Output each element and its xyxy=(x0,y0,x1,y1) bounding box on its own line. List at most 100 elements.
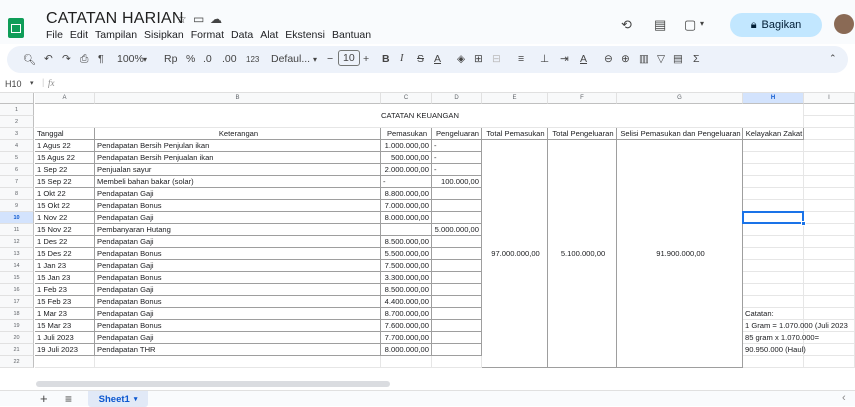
document-title[interactable]: CATATAN HARIAN xyxy=(46,10,184,28)
grid-cell[interactable] xyxy=(743,236,804,248)
menu-item-bantuan[interactable]: Bantuan xyxy=(332,29,371,41)
header-cell[interactable]: Total Pemasukan xyxy=(482,128,548,140)
sheet-tab-dropdown-icon[interactable]: ▾ xyxy=(134,395,138,403)
expense-cell[interactable] xyxy=(432,320,482,332)
grid-cell[interactable] xyxy=(804,248,855,260)
insert-link-icon[interactable]: ⊖ xyxy=(604,53,613,65)
row-header[interactable]: 15 xyxy=(0,272,34,284)
row-header[interactable]: 8 xyxy=(0,188,34,200)
selected-cell[interactable] xyxy=(742,211,804,224)
grid-cell[interactable] xyxy=(804,164,855,176)
avatar[interactable] xyxy=(834,14,854,34)
date-cell[interactable]: 1 Jan 23 xyxy=(35,260,95,272)
row-header[interactable]: 22 xyxy=(0,356,34,368)
row-header[interactable]: 21 xyxy=(0,344,34,356)
grid-cell[interactable] xyxy=(381,356,432,368)
expense-cell[interactable]: - xyxy=(432,164,482,176)
description-cell[interactable]: Pendapatan Gaji xyxy=(95,284,381,296)
income-cell[interactable]: 8.500.000,00 xyxy=(381,284,432,296)
grid-cell[interactable] xyxy=(804,224,855,236)
grid-cell[interactable] xyxy=(743,224,804,236)
header-cell[interactable]: Selisi Pemasukan dan Pengeluaran xyxy=(617,128,743,140)
grid-cell[interactable] xyxy=(804,188,855,200)
description-cell[interactable]: Pendapatan Bonus xyxy=(95,272,381,284)
date-cell[interactable]: 15 Jan 23 xyxy=(35,272,95,284)
grid-cell[interactable] xyxy=(804,116,855,128)
column-header-f[interactable]: F xyxy=(548,93,617,104)
header-cell[interactable]: Kelayakan Zakat xyxy=(743,128,804,140)
income-cell[interactable] xyxy=(381,224,432,236)
date-cell[interactable]: 1 Des 22 xyxy=(35,236,95,248)
italic-icon[interactable]: I xyxy=(400,53,404,64)
description-cell[interactable]: Pendapatan Bonus xyxy=(95,320,381,332)
decrease-font-size-icon[interactable]: − xyxy=(327,53,333,65)
row-header[interactable]: 18 xyxy=(0,308,34,320)
income-cell[interactable]: 8.800.000,00 xyxy=(381,188,432,200)
description-cell[interactable]: Pendapatan Gaji xyxy=(95,212,381,224)
row-header[interactable]: 20 xyxy=(0,332,34,344)
text-wrap-icon[interactable]: ⇥ xyxy=(560,53,569,65)
functions-icon[interactable]: Σ xyxy=(693,53,700,65)
expense-cell[interactable] xyxy=(432,236,482,248)
date-cell[interactable]: 15 Nov 22 xyxy=(35,224,95,236)
increase-font-size-icon[interactable]: + xyxy=(363,53,369,65)
income-cell[interactable]: 5.500.000,00 xyxy=(381,248,432,260)
insert-chart-icon[interactable]: ▥ xyxy=(639,53,649,65)
grid-cell[interactable] xyxy=(804,212,855,224)
increase-decimal-button[interactable]: .00 xyxy=(222,53,237,65)
text-color-icon[interactable]: A xyxy=(434,53,441,65)
meet-icon[interactable]: ▢ xyxy=(684,17,696,33)
description-cell[interactable]: Pendapatan Gaji xyxy=(95,260,381,272)
income-cell[interactable]: 7.700.000,00 xyxy=(381,332,432,344)
menu-item-tampilan[interactable]: Tampilan xyxy=(95,29,137,41)
description-cell[interactable]: Pendapatan Gaji xyxy=(95,236,381,248)
row-header[interactable]: 19 xyxy=(0,320,34,332)
row-header[interactable]: 12 xyxy=(0,236,34,248)
description-cell[interactable]: Penjualan sayur xyxy=(95,164,381,176)
expense-cell[interactable]: - xyxy=(432,152,482,164)
grid-cell[interactable] xyxy=(804,260,855,272)
expense-cell[interactable] xyxy=(432,296,482,308)
date-cell[interactable]: 1 Sep 22 xyxy=(35,164,95,176)
star-icon[interactable]: ☆ xyxy=(176,12,187,26)
undo-icon[interactable]: ↶ xyxy=(44,53,53,65)
income-cell[interactable]: 1.000.000,00 xyxy=(381,140,432,152)
expense-cell[interactable]: - xyxy=(432,140,482,152)
column-header-c[interactable]: C xyxy=(381,93,432,104)
grid-cell[interactable] xyxy=(804,236,855,248)
zoom-dropdown-icon[interactable]: ▾ xyxy=(143,55,147,64)
date-cell[interactable]: 1 Mar 23 xyxy=(35,308,95,320)
total-income-cell[interactable]: 97.000.000,00 xyxy=(482,140,548,368)
description-cell[interactable]: Pendapatan THR xyxy=(95,344,381,356)
description-cell[interactable]: Pendapatan Gaji xyxy=(95,308,381,320)
tab-sheet1[interactable]: Sheet1 ▾ xyxy=(88,391,148,407)
header-cell[interactable]: Tanggal xyxy=(35,128,95,140)
meet-dropdown-icon[interactable]: ▾ xyxy=(700,19,704,28)
expense-cell[interactable] xyxy=(432,188,482,200)
date-cell[interactable]: 15 Sep 22 xyxy=(35,176,95,188)
filter-views-icon[interactable]: ▤ xyxy=(673,53,683,65)
font-select[interactable]: Defaul... xyxy=(271,53,310,65)
income-cell[interactable]: 500.000,00 xyxy=(381,152,432,164)
expense-cell[interactable] xyxy=(432,332,482,344)
grid-cell[interactable] xyxy=(743,152,804,164)
expense-cell[interactable] xyxy=(432,272,482,284)
income-cell[interactable]: 2.000.000,00 xyxy=(381,164,432,176)
grid-cell[interactable] xyxy=(804,128,855,140)
move-folder-icon[interactable]: ▭ xyxy=(193,12,204,26)
grid-cell[interactable] xyxy=(804,200,855,212)
date-cell[interactable]: 15 Agus 22 xyxy=(35,152,95,164)
income-cell[interactable]: 8.000.000,00 xyxy=(381,344,432,356)
paint-format-icon[interactable]: ¶ xyxy=(98,53,104,65)
font-size-input[interactable]: 10 xyxy=(338,50,360,66)
text-rotation-icon[interactable]: A xyxy=(580,53,587,65)
expense-cell[interactable]: 100.000,00 xyxy=(432,176,482,188)
expense-cell[interactable] xyxy=(432,248,482,260)
description-cell[interactable]: Pendapatan Bonus xyxy=(95,248,381,260)
expense-cell[interactable] xyxy=(432,200,482,212)
column-header-a[interactable]: A xyxy=(35,93,95,104)
row-header[interactable]: 6 xyxy=(0,164,34,176)
description-cell[interactable]: Pembanyaran Hutang xyxy=(95,224,381,236)
more-formats-button[interactable]: 123 xyxy=(246,55,259,64)
zoom-select[interactable]: 100% xyxy=(117,53,144,65)
